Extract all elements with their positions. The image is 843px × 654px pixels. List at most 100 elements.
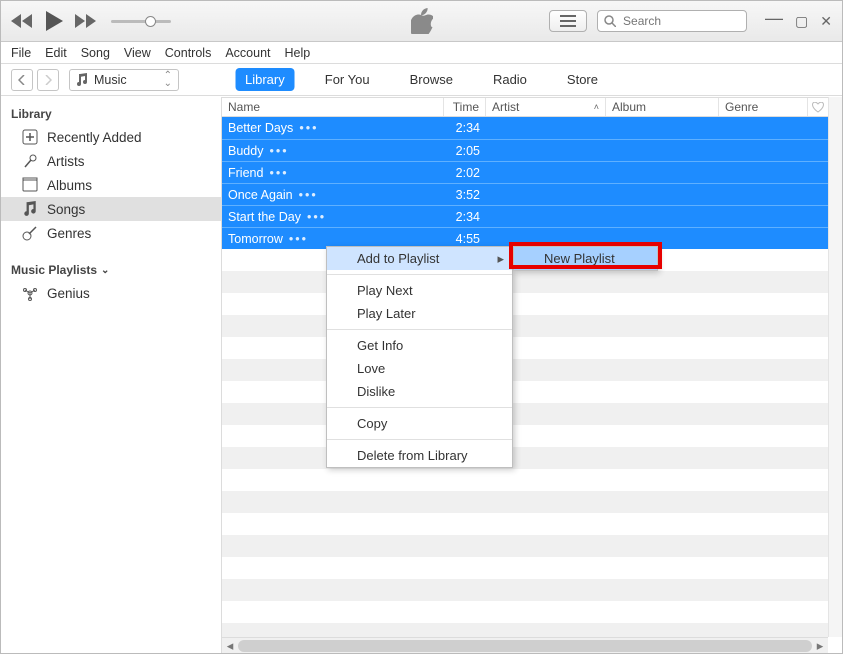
ctx-separator — [327, 274, 512, 275]
sidebar-item-artists[interactable]: Artists — [1, 149, 221, 173]
tab-for-you[interactable]: For You — [315, 68, 380, 91]
sidebar-item-recently-added[interactable]: Recently Added — [1, 125, 221, 149]
tab-browse[interactable]: Browse — [400, 68, 463, 91]
col-album[interactable]: Album — [606, 98, 719, 116]
more-icon[interactable]: ••• — [307, 210, 326, 224]
sidebar-item-genius[interactable]: Genius — [1, 281, 221, 305]
close-button[interactable]: ✕ — [820, 13, 832, 30]
empty-row — [222, 315, 842, 337]
col-artist[interactable]: Artist ˄ — [486, 98, 606, 116]
col-loved[interactable] — [808, 102, 828, 113]
search-box[interactable] — [597, 10, 747, 32]
song-row[interactable]: Buddy•••2:05 — [222, 139, 842, 161]
ctx-play-later[interactable]: Play Later — [327, 302, 512, 325]
sidebar-item-label: Artists — [47, 154, 85, 169]
nav-row: Music ⌃⌄ Library For You Browse Radio St… — [1, 64, 842, 96]
column-headers: Name Time Artist ˄ Album Genre — [222, 97, 828, 117]
song-row[interactable]: Friend•••2:02 — [222, 161, 842, 183]
song-row[interactable]: Once Again•••3:52 — [222, 183, 842, 205]
empty-row — [222, 623, 842, 637]
song-list: Better Days•••2:34Buddy•••2:05Friend•••2… — [222, 117, 842, 637]
song-time-cell: 2:34 — [444, 210, 486, 224]
nav-forward-button[interactable] — [37, 69, 59, 91]
maximize-button[interactable]: ▢ — [795, 13, 808, 30]
more-icon[interactable]: ••• — [269, 144, 288, 158]
sidebar-item-label: Albums — [47, 178, 92, 193]
minimize-button[interactable]: — — [765, 13, 783, 30]
nav-back-button[interactable] — [11, 69, 33, 91]
song-row[interactable]: Start the Day•••2:34 — [222, 205, 842, 227]
menu-edit[interactable]: Edit — [45, 46, 67, 60]
prev-button[interactable] — [11, 14, 33, 28]
menu-song[interactable]: Song — [81, 46, 110, 60]
context-menu: Add to Playlist ▸ Play Next Play Later G… — [326, 246, 513, 468]
ctx-separator — [327, 329, 512, 330]
nav-left: Music ⌃⌄ — [11, 69, 179, 91]
empty-row — [222, 579, 842, 601]
song-name-cell: Buddy••• — [222, 144, 444, 158]
song-row[interactable]: Better Days•••2:34 — [222, 117, 842, 139]
scroll-thumb[interactable] — [238, 640, 812, 652]
menu-view[interactable]: View — [124, 46, 151, 60]
sidebar-item-songs[interactable]: Songs — [1, 197, 221, 221]
list-view-button[interactable] — [549, 10, 587, 32]
sidebar-header-playlists[interactable]: Music Playlists ⌄ — [1, 259, 221, 281]
tab-store[interactable]: Store — [557, 68, 608, 91]
song-time-cell: 4:55 — [444, 232, 486, 246]
col-genre[interactable]: Genre — [719, 98, 808, 116]
menu-controls[interactable]: Controls — [165, 46, 212, 60]
empty-row — [222, 403, 842, 425]
ctx-copy[interactable]: Copy — [327, 412, 512, 435]
guitar-icon — [21, 225, 39, 241]
context-submenu: New Playlist — [513, 246, 658, 271]
empty-row — [222, 557, 842, 579]
menu-help[interactable]: Help — [285, 46, 311, 60]
song-time-cell: 2:05 — [444, 144, 486, 158]
col-time[interactable]: Time — [444, 98, 486, 116]
menu-account[interactable]: Account — [225, 46, 270, 60]
scroll-left-icon[interactable]: ◂ — [222, 638, 238, 654]
sidebar-item-albums[interactable]: Albums — [1, 173, 221, 197]
empty-row — [222, 271, 842, 293]
empty-row — [222, 601, 842, 623]
empty-row — [222, 535, 842, 557]
media-picker-dropdown[interactable]: Music ⌃⌄ — [69, 69, 179, 91]
chevron-down-icon: ⌄ — [101, 265, 109, 276]
media-picker-label: Music — [94, 73, 158, 87]
ctx-new-playlist[interactable]: New Playlist — [514, 247, 657, 270]
sidebar-item-genres[interactable]: Genres — [1, 221, 221, 245]
next-button[interactable] — [75, 14, 97, 28]
mic-icon — [21, 153, 39, 169]
ctx-add-to-playlist[interactable]: Add to Playlist ▸ — [327, 247, 512, 270]
sidebar-item-label: Recently Added — [47, 130, 142, 145]
menu-file[interactable]: File — [11, 46, 31, 60]
song-time-cell: 2:34 — [444, 121, 486, 135]
ctx-dislike[interactable]: Dislike — [327, 380, 512, 403]
tab-library[interactable]: Library — [235, 68, 295, 91]
scroll-right-icon[interactable]: ▸ — [812, 638, 828, 654]
vertical-scrollbar[interactable] — [828, 97, 842, 637]
more-icon[interactable]: ••• — [289, 232, 308, 246]
play-button[interactable] — [43, 10, 65, 32]
more-icon[interactable]: ••• — [299, 121, 318, 135]
more-icon[interactable]: ••• — [269, 166, 288, 180]
ctx-delete-from-library[interactable]: Delete from Library — [327, 444, 512, 467]
tab-radio[interactable]: Radio — [483, 68, 537, 91]
toolbar-right: — ▢ ✕ — [549, 10, 832, 32]
sidebar-item-label: Genres — [47, 226, 91, 241]
empty-row — [222, 381, 842, 403]
ctx-play-next[interactable]: Play Next — [327, 279, 512, 302]
more-icon[interactable]: ••• — [299, 188, 318, 202]
col-name[interactable]: Name — [222, 98, 444, 116]
ctx-love[interactable]: Love — [327, 357, 512, 380]
sidebar-header-label: Music Playlists — [11, 263, 97, 277]
empty-row — [222, 469, 842, 491]
ctx-separator — [327, 439, 512, 440]
player-toolbar: — ▢ ✕ — [1, 1, 842, 42]
empty-row — [222, 447, 842, 469]
search-input[interactable] — [621, 13, 740, 29]
ctx-get-info[interactable]: Get Info — [327, 334, 512, 357]
volume-control[interactable] — [111, 20, 171, 23]
horizontal-scrollbar[interactable]: ◂ ▸ — [222, 637, 828, 653]
window-controls: — ▢ ✕ — [765, 13, 832, 30]
